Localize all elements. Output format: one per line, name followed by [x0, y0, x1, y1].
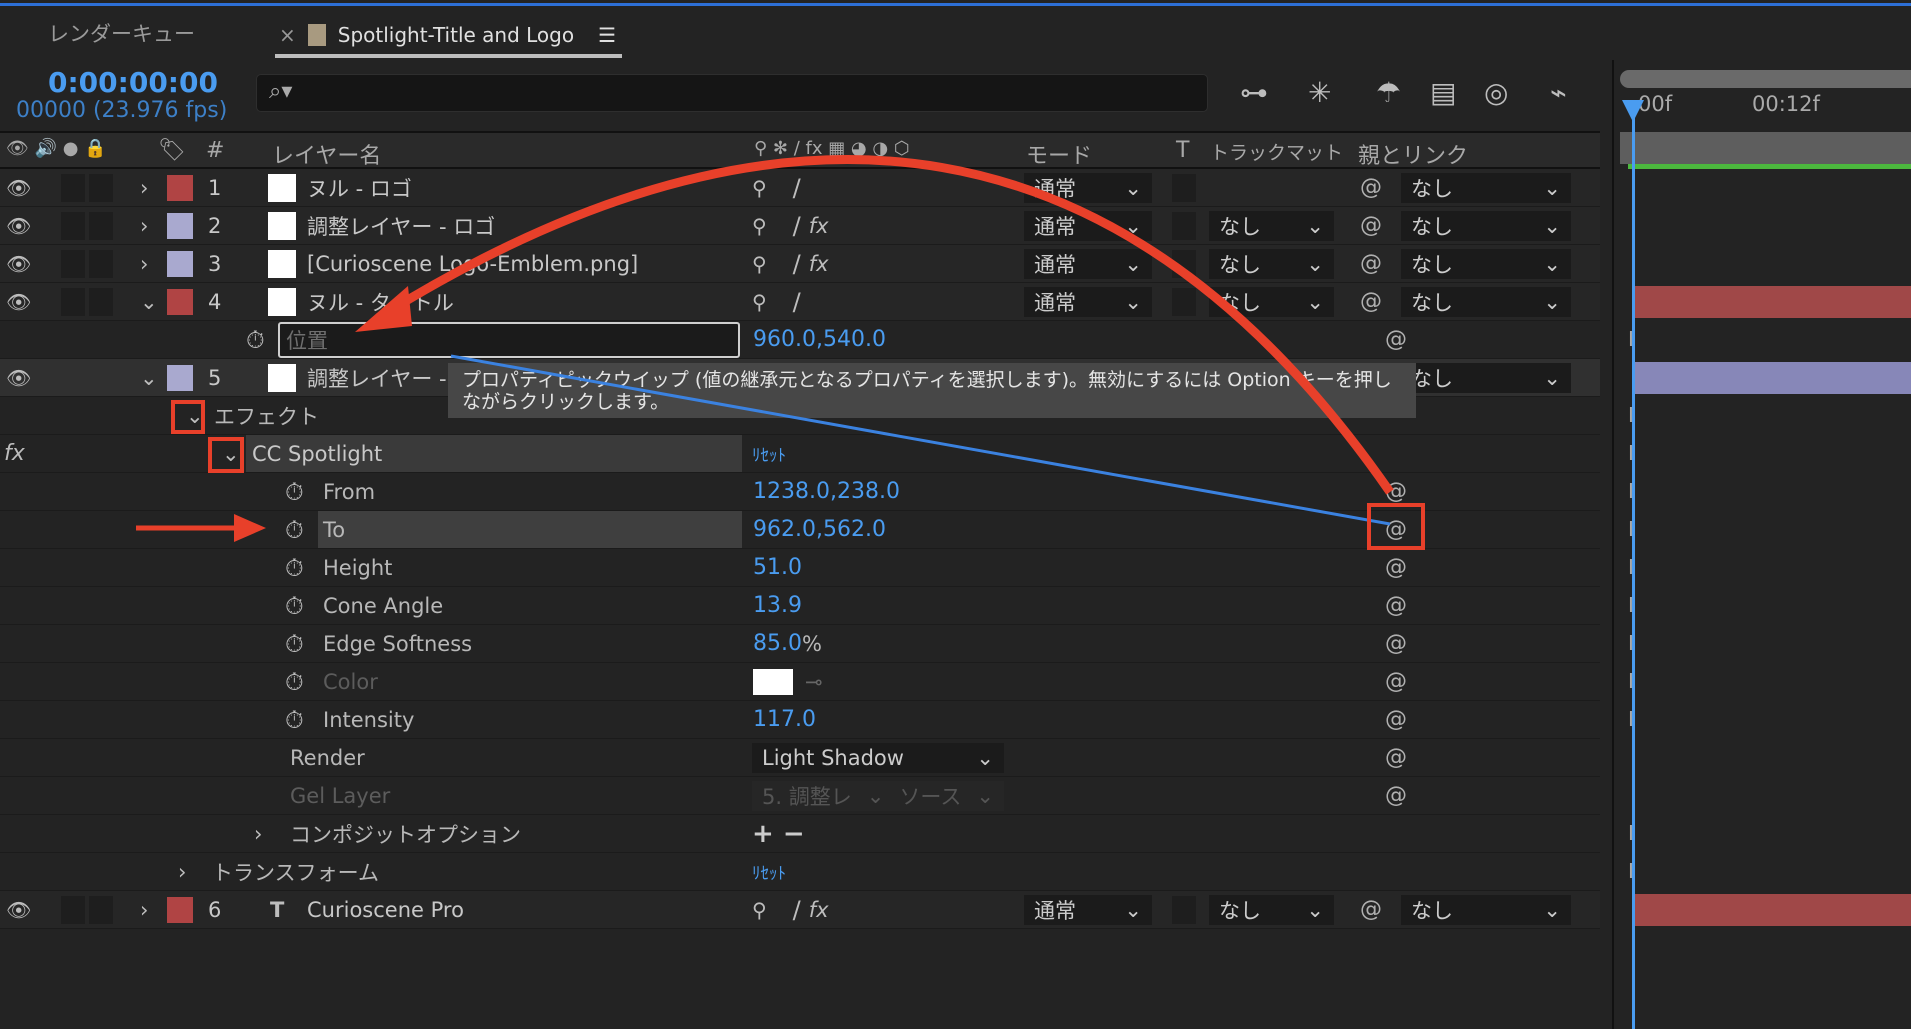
annotation-curved-arrow — [375, 155, 1394, 495]
arrowhead-icon — [355, 286, 412, 332]
highlight-pickwhip — [1367, 503, 1425, 550]
arrowhead-icon — [234, 514, 266, 542]
highlight-spotlight-chevron — [208, 437, 244, 473]
pickwhip-line — [450, 354, 1391, 526]
annotation-overlay — [136, 155, 1394, 542]
highlight-effects-chevron — [171, 400, 205, 434]
